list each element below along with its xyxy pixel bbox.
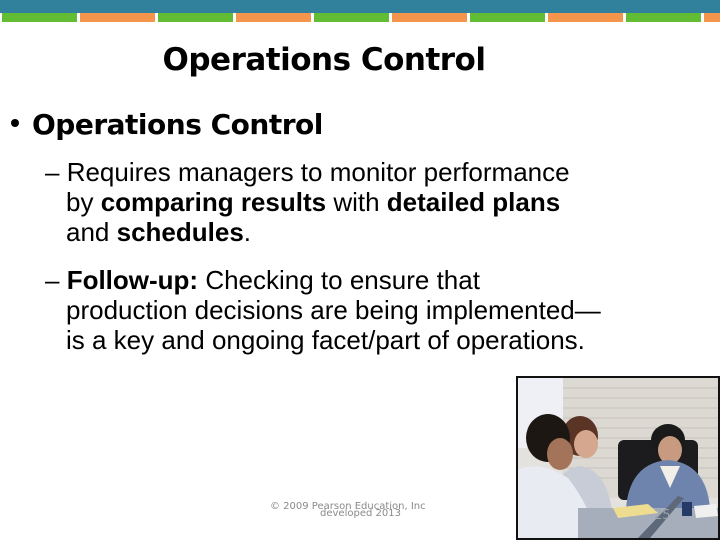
meeting-photo [516,376,720,540]
header-segment [314,13,389,22]
bullet-level-1: Operations Control [8,108,323,141]
header-segment [392,13,467,22]
body-text: production decisions are being implement… [66,295,601,325]
emphasis-text: Follow-up: [66,265,199,295]
footer: © 2009 Pearson Education, Inc developed … [270,502,426,519]
header-segment [704,13,720,22]
body-text: by [66,187,101,217]
header-segment [236,13,311,22]
slide-title: Operations Control [162,42,486,78]
body-text: Requires managers to monitor performance [66,157,570,187]
dash-marker: – [45,157,67,187]
bullet-dot-icon [11,119,19,127]
sub-bullet-line: – Requires managers to monitor performan… [45,157,665,187]
sub-bullet-1: – Requires managers to monitor performan… [45,157,665,247]
header-band [0,0,720,13]
sub-bullet-line: is a key and ongoing facet/part of opera… [45,325,665,355]
sub-bullet-2: – Follow-up: Checking to ensure that prod… [45,265,665,355]
body-text: Checking to ensure that [198,265,480,295]
bullet-text: Operations Control [32,108,323,141]
body-text: is a key and ongoing facet/part of opera… [66,325,585,355]
sub-bullet-line: by comparing results with detailed plans [45,187,665,217]
header-segment [548,13,623,22]
header-segment [2,13,77,22]
sub-bullet-line: and schedules. [45,217,665,247]
developed-text: developed 2013 [320,508,401,519]
header-segment [80,13,155,22]
body-text: and [66,217,117,247]
emphasis-text: schedules [116,217,244,247]
header-segment [626,13,701,22]
body-text: with [326,187,387,217]
page-number: 25 [654,508,671,523]
header-segments [0,13,720,22]
emphasis-text: detailed plans [386,187,561,217]
meeting-photo-illustration [518,378,718,538]
sub-bullet-line: production decisions are being implement… [45,295,665,325]
sub-bullet-line: – Follow-up: Checking to ensure that [45,265,665,295]
emphasis-text: comparing results [100,187,327,217]
header-segment [470,13,545,22]
header-segment [158,13,233,22]
dash-marker: – [45,265,67,295]
body-text: . [243,217,252,247]
